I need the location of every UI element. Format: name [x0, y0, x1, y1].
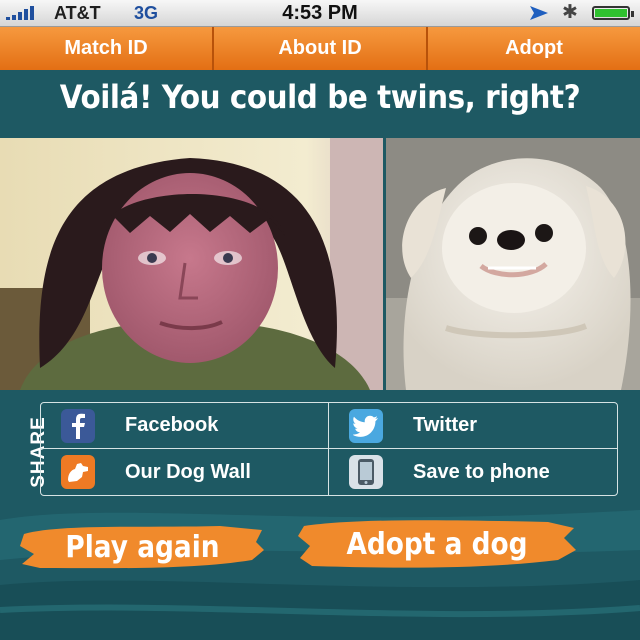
dog-wall-icon: [61, 455, 95, 489]
adopt-a-dog-button[interactable]: Adopt a dog: [298, 516, 576, 572]
twitter-label: Twitter: [413, 414, 478, 436]
share-facebook-button[interactable]: Facebook: [41, 403, 329, 449]
user-selfie-photo: [0, 138, 383, 390]
result-headline: Voilá! You could be twins, right?: [59, 78, 581, 116]
tab-adopt[interactable]: Adopt: [428, 27, 640, 70]
facebook-label: Facebook: [125, 414, 219, 436]
matched-dog-photo: [386, 138, 640, 390]
battery-icon: [592, 6, 634, 20]
app-screen: AT&T 3G 4:53 PM ✱ Match ID About ID Adop…: [0, 0, 640, 640]
dog-wall-label: Our Dog Wall: [125, 460, 251, 483]
facebook-icon: [61, 408, 95, 443]
share-twitter-button[interactable]: Twitter: [329, 403, 617, 449]
adopt-a-dog-label: Adopt a dog: [346, 526, 528, 562]
save-to-phone-label: Save to phone: [413, 460, 550, 483]
top-tab-bar: Match ID About ID Adopt: [0, 27, 640, 70]
twitter-icon: [349, 408, 383, 443]
phone-icon: [349, 455, 383, 489]
status-bar: AT&T 3G 4:53 PM ✱: [0, 0, 640, 27]
save-to-phone-button[interactable]: Save to phone: [329, 449, 617, 495]
tab-about-id[interactable]: About ID: [214, 27, 428, 70]
bluetooth-icon: ✱: [562, 2, 578, 23]
share-options: Facebook Twitter Our Dog Wall Save to ph…: [40, 402, 618, 496]
play-again-label: Play again: [65, 529, 220, 565]
location-icon: [530, 6, 548, 20]
tab-match-id[interactable]: Match ID: [0, 27, 214, 70]
share-dog-wall-button[interactable]: Our Dog Wall: [41, 449, 329, 495]
play-again-button[interactable]: Play again: [20, 520, 265, 574]
